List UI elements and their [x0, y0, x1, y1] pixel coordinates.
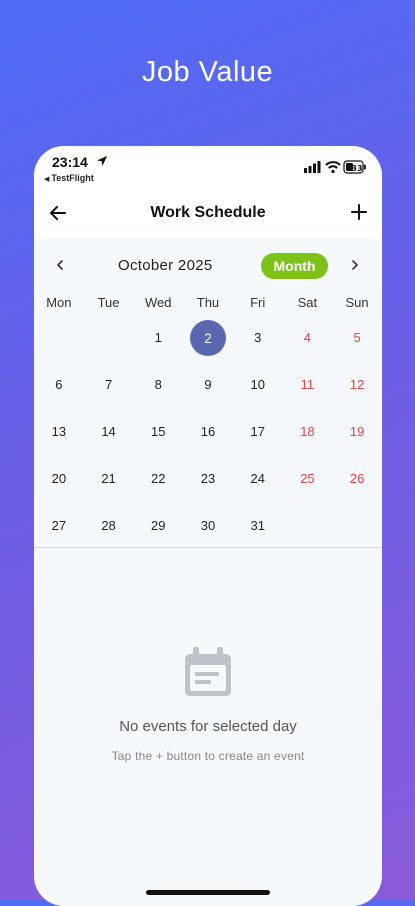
day-cell[interactable]: 10	[233, 361, 283, 408]
day-cell[interactable]: 31	[233, 502, 283, 549]
day-number: 7	[104, 377, 113, 392]
day-number: 26	[349, 471, 365, 486]
day-cell[interactable]: 8	[133, 361, 183, 408]
day-number: 23	[200, 471, 216, 486]
back-app-label: TestFlight	[51, 173, 94, 183]
day-number: 27	[51, 518, 67, 533]
empty-state: No events for selected day Tap the + but…	[34, 646, 382, 763]
day-number: 22	[151, 471, 166, 486]
day-number: 20	[51, 471, 67, 486]
phone-screen: 23:14 ◀ TestFlight 33 Work Schedule Octo…	[34, 146, 382, 906]
day-cell-selected[interactable]: 2	[183, 314, 233, 361]
day-cell[interactable]: 16	[183, 408, 233, 455]
page-title: Work Schedule	[150, 204, 266, 221]
day-cell[interactable]: 9	[183, 361, 233, 408]
weekday-label: Thu	[196, 295, 220, 310]
day-number: 17	[250, 424, 265, 439]
chevron-left-icon[interactable]	[53, 258, 67, 272]
day-number: 24	[250, 471, 265, 486]
signal-icon	[304, 161, 321, 173]
day-number: 19	[349, 424, 365, 439]
day-number: 5	[353, 330, 361, 345]
plus-icon[interactable]	[349, 202, 369, 222]
day-cell[interactable]: 14	[84, 408, 134, 455]
month-label: October 2025	[118, 257, 213, 274]
day-number: 18	[300, 424, 315, 439]
day-cell[interactable]: 12	[332, 361, 382, 408]
app-bar: Work Schedule	[34, 190, 382, 238]
location-arrow-icon	[97, 156, 107, 166]
day-cell[interactable]: 29	[133, 502, 183, 549]
day-number: 12	[349, 377, 365, 392]
day-cell[interactable]: 28	[84, 502, 134, 549]
day-number: 4	[303, 330, 312, 345]
day-cell[interactable]: 13	[34, 408, 84, 455]
back-triangle-icon: ◀	[44, 176, 50, 183]
day-number: 21	[101, 471, 116, 486]
day-number: 6	[55, 377, 63, 392]
status-bar: 23:14 ◀ TestFlight 33	[34, 146, 382, 190]
day-cell[interactable]: 3	[233, 314, 283, 361]
weekday-label: Mon	[46, 295, 72, 310]
day-number: 30	[200, 518, 216, 533]
day-number: 2	[189, 319, 226, 356]
back-to-app-link[interactable]: ◀ TestFlight	[44, 173, 94, 183]
day-cell[interactable]: 18	[283, 408, 333, 455]
day-cell[interactable]: 24	[233, 455, 283, 502]
day-number: 3	[254, 330, 262, 345]
day-cell[interactable]: 25	[283, 455, 333, 502]
day-cell[interactable]: 6	[34, 361, 84, 408]
day-number: 15	[151, 424, 166, 439]
weekday-header: Mon Tue Wed Thu Fri Sat Sun	[34, 295, 382, 310]
status-time: 23:14	[52, 154, 88, 170]
day-number: 8	[154, 377, 162, 392]
day-cell[interactable]: 7	[84, 361, 134, 408]
weekday-label: Tue	[97, 295, 120, 310]
empty-title: No events for selected day	[119, 718, 297, 735]
status-icons: 33	[304, 160, 366, 174]
home-indicator	[146, 890, 270, 895]
day-number: 16	[200, 424, 216, 439]
day-cell[interactable]: 17	[233, 408, 283, 455]
empty-hint: Tap the + button to create an event	[111, 749, 305, 763]
month-view-button[interactable]: Month	[261, 253, 328, 279]
calendar: October 2025 Month Mon Tue Wed Thu Fri Sat Sun…	[34, 238, 382, 548]
battery-level: 33	[351, 164, 362, 173]
day-cell[interactable]: 27	[34, 502, 84, 549]
day-number: 1	[154, 330, 162, 345]
day-cell[interactable]: 4	[283, 314, 333, 361]
weekday-label: Fri	[250, 295, 266, 310]
day-number: 25	[300, 471, 315, 486]
day-number: 9	[204, 377, 212, 392]
day-number: 28	[101, 518, 116, 533]
day-cell[interactable]: 19	[332, 408, 382, 455]
promo-headline: Job Value	[141, 56, 274, 88]
day-cell[interactable]: 1	[133, 314, 183, 361]
wifi-icon	[325, 161, 341, 174]
day-cell[interactable]: 23	[183, 455, 233, 502]
day-cell[interactable]: 21	[84, 455, 134, 502]
day-cell-empty	[84, 314, 134, 361]
day-number: 29	[151, 518, 166, 533]
day-cell[interactable]: 26	[332, 455, 382, 502]
day-cell[interactable]: 11	[283, 361, 333, 408]
day-number: 14	[101, 424, 116, 439]
day-cell[interactable]: 5	[332, 314, 382, 361]
day-number: 31	[250, 518, 265, 533]
day-cell[interactable]: 30	[183, 502, 233, 549]
divider	[34, 547, 382, 548]
calendar-icon	[185, 647, 231, 696]
day-cell[interactable]: 20	[34, 455, 84, 502]
days-grid: 1 2 3 4 5 6 7 8 9 10 11 12 13 14 15 16 17 18 19 20 21 22 23 24 2…	[34, 314, 382, 549]
day-cell[interactable]: 15	[133, 408, 183, 455]
day-number: 11	[300, 377, 315, 392]
weekday-label: Wed	[145, 295, 172, 310]
day-cell[interactable]: 22	[133, 455, 183, 502]
chevron-right-icon[interactable]	[348, 258, 362, 272]
day-cell-empty	[34, 314, 84, 361]
day-number: 13	[51, 424, 67, 439]
weekday-label: Sat	[297, 295, 318, 310]
day-number: 10	[250, 377, 265, 392]
weekday-label: Sun	[345, 295, 369, 310]
